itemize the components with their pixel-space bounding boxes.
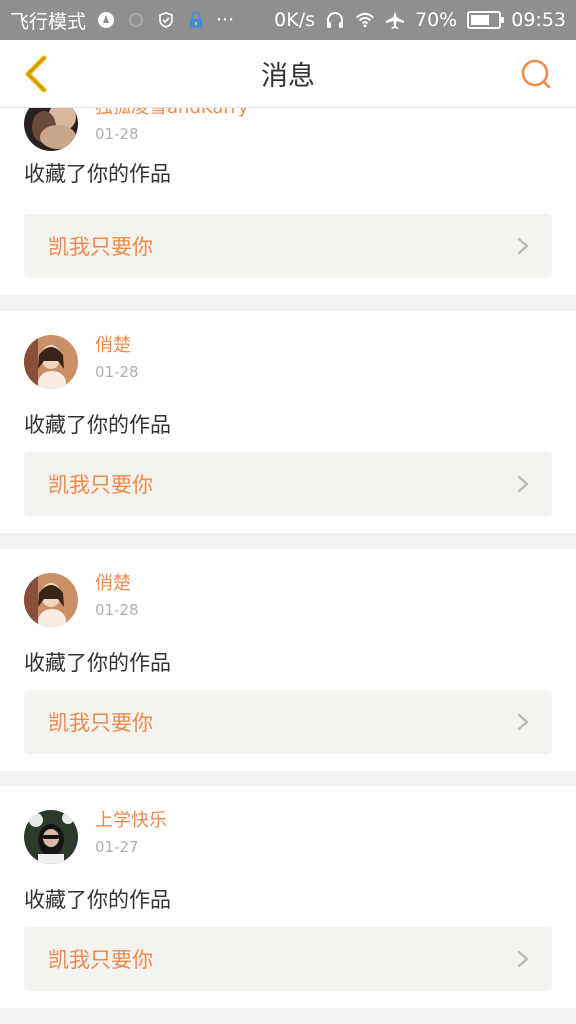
notification-date: 01-27 bbox=[95, 838, 139, 856]
user-row[interactable]: 俏楚 01-28 bbox=[24, 335, 139, 389]
notification-action: 收藏了你的作品 bbox=[24, 888, 171, 912]
notification-card: 俏楚 01-28 收藏了你的作品 凯我只要你 bbox=[0, 549, 576, 771]
back-button[interactable] bbox=[14, 52, 58, 96]
notification-date: 01-28 bbox=[95, 601, 139, 619]
user-name[interactable]: 上学快乐 bbox=[95, 810, 167, 832]
status-bar-left: 飞行模式 ··· bbox=[10, 7, 234, 34]
user-name[interactable]: 独孤凌雪andKarry bbox=[95, 108, 249, 119]
chevron-right-icon bbox=[517, 713, 529, 731]
notification-action: 收藏了你的作品 bbox=[24, 413, 171, 437]
work-title: 凯我只要你 bbox=[48, 948, 153, 972]
more-notifications-icon: ··· bbox=[216, 9, 235, 31]
headphones-icon bbox=[325, 10, 345, 30]
notification-action: 收藏了你的作品 bbox=[24, 162, 171, 186]
user-name[interactable]: 俏楚 bbox=[95, 573, 139, 595]
sync-icon bbox=[126, 10, 146, 30]
battery-icon bbox=[467, 11, 505, 29]
airplane-icon bbox=[385, 10, 405, 30]
user-avatar[interactable] bbox=[24, 108, 78, 151]
notification-date: 01-28 bbox=[95, 363, 139, 381]
work-title: 凯我只要你 bbox=[48, 235, 153, 259]
user-avatar[interactable] bbox=[24, 573, 78, 627]
chevron-right-icon bbox=[517, 237, 529, 255]
shield-icon bbox=[156, 10, 176, 30]
work-title: 凯我只要你 bbox=[48, 711, 153, 735]
user-avatar[interactable] bbox=[24, 335, 78, 389]
nav-header: 消息 bbox=[0, 40, 576, 108]
user-info: 独孤凌雪andKarry 01-28 bbox=[95, 108, 249, 143]
notification-card: 独孤凌雪andKarry 01-28 收藏了你的作品 凯我只要你 bbox=[0, 108, 576, 295]
battery-percent: 70% bbox=[415, 9, 458, 31]
work-link[interactable]: 凯我只要你 bbox=[24, 214, 552, 278]
page-title: 消息 bbox=[261, 61, 315, 92]
user-info: 上学快乐 01-27 bbox=[95, 810, 167, 856]
notification-card: 上学快乐 01-27 收藏了你的作品 凯我只要你 bbox=[0, 786, 576, 1008]
work-link[interactable]: 凯我只要你 bbox=[24, 452, 552, 516]
app-notification-icon bbox=[96, 10, 116, 30]
message-list[interactable]: 独孤凌雪andKarry 01-28 收藏了你的作品 凯我只要你 俏楚 bbox=[0, 108, 576, 1024]
user-avatar[interactable] bbox=[24, 810, 78, 864]
clock: 09:53 bbox=[511, 9, 566, 31]
network-speed: 0K/s bbox=[274, 9, 315, 31]
lock-icon bbox=[186, 10, 206, 30]
search-button[interactable] bbox=[514, 52, 558, 96]
work-title: 凯我只要你 bbox=[48, 473, 153, 497]
chevron-right-icon bbox=[517, 950, 529, 968]
user-info: 俏楚 01-28 bbox=[95, 573, 139, 619]
status-bar: 飞行模式 ··· 0K/s 70% 09:53 bbox=[0, 0, 576, 40]
notification-date: 01-28 bbox=[95, 125, 139, 143]
status-bar-right: 0K/s 70% 09:53 bbox=[274, 9, 566, 31]
battery-level bbox=[471, 15, 490, 25]
notification-card: 俏楚 01-28 收藏了你的作品 凯我只要你 bbox=[0, 311, 576, 533]
work-link[interactable]: 凯我只要你 bbox=[24, 927, 552, 991]
airplane-mode-label: 飞行模式 bbox=[10, 10, 87, 33]
user-row[interactable]: 独孤凌雪andKarry 01-28 bbox=[24, 108, 249, 151]
chevron-left-icon bbox=[25, 55, 47, 93]
user-row[interactable]: 上学快乐 01-27 bbox=[24, 810, 167, 864]
wifi-icon bbox=[355, 10, 375, 30]
search-icon bbox=[521, 59, 551, 89]
work-link[interactable]: 凯我只要你 bbox=[24, 690, 552, 754]
user-info: 俏楚 01-28 bbox=[95, 335, 139, 381]
user-name[interactable]: 俏楚 bbox=[95, 335, 139, 357]
chevron-right-icon bbox=[517, 475, 529, 493]
notification-action: 收藏了你的作品 bbox=[24, 651, 171, 675]
user-row[interactable]: 俏楚 01-28 bbox=[24, 573, 139, 627]
